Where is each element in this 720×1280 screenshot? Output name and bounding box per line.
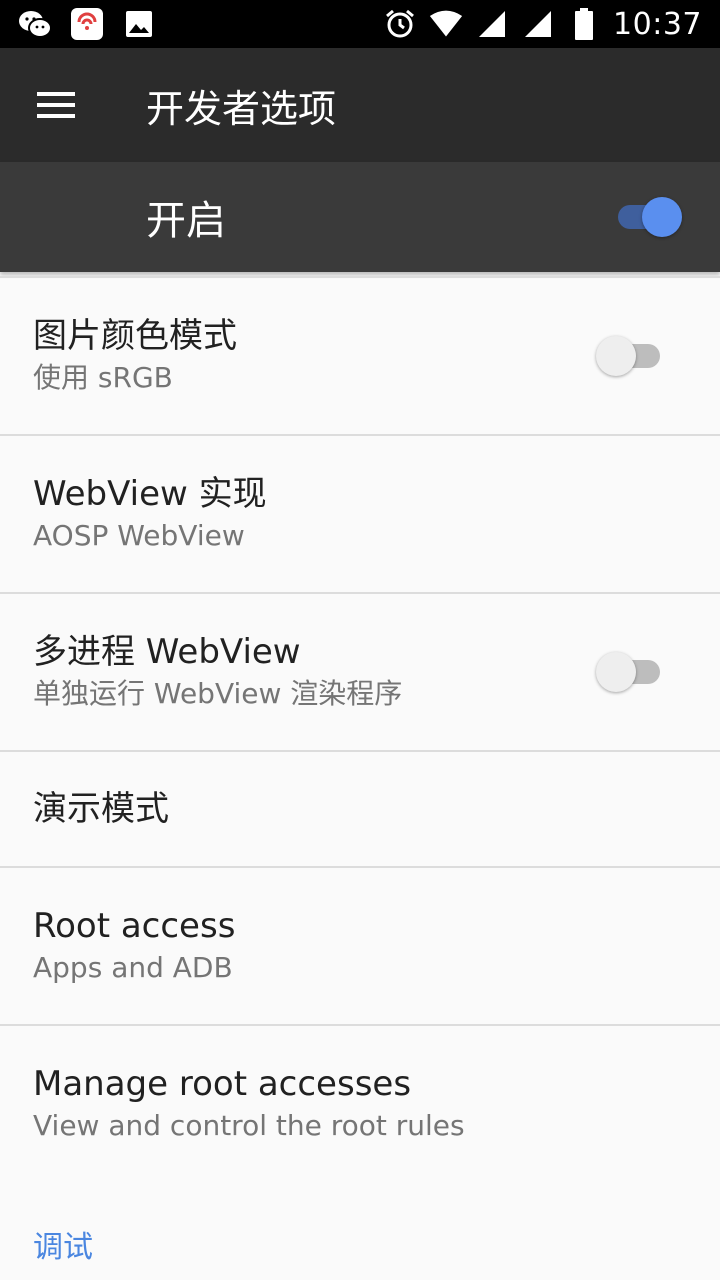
app-icon bbox=[70, 7, 104, 41]
preference-list: 图片颜色模式 使用 sRGB WebView 实现 AOSP WebView 多… bbox=[0, 276, 720, 1182]
image-icon bbox=[122, 7, 156, 41]
debugging-section-header: 调试 bbox=[33, 1230, 93, 1265]
wechat-icon bbox=[18, 7, 52, 41]
master-switch-bar[interactable]: 开启 bbox=[0, 162, 720, 272]
multiprocess-webview-switch[interactable] bbox=[596, 649, 666, 695]
switch-thumb bbox=[596, 652, 636, 692]
item-summary: Apps and ADB bbox=[33, 951, 233, 984]
navigation-menu-button[interactable] bbox=[0, 48, 112, 162]
item-summary: 单独运行 WebView 渲染程序 bbox=[33, 677, 403, 710]
item-title: WebView 实现 bbox=[33, 474, 267, 514]
master-switch-label: 开启 bbox=[146, 198, 226, 244]
manage-root-accesses-item[interactable]: Manage root accesses View and control th… bbox=[0, 1024, 720, 1182]
picture-color-mode-item[interactable]: 图片颜色模式 使用 sRGB bbox=[0, 276, 720, 434]
picture-color-mode-switch[interactable] bbox=[596, 333, 666, 379]
battery-icon bbox=[567, 7, 601, 41]
root-access-item[interactable]: Root access Apps and ADB bbox=[0, 866, 720, 1024]
signal-icon bbox=[475, 7, 509, 41]
multiprocess-webview-item[interactable]: 多进程 WebView 单独运行 WebView 渲染程序 bbox=[0, 592, 720, 750]
webview-implementation-item[interactable]: WebView 实现 AOSP WebView bbox=[0, 434, 720, 592]
item-title: Manage root accesses bbox=[33, 1064, 412, 1104]
demo-mode-item[interactable]: 演示模式 bbox=[0, 750, 720, 866]
item-title: 图片颜色模式 bbox=[33, 316, 237, 356]
signal-icon-2 bbox=[521, 7, 555, 41]
clock-time: 10:37 bbox=[613, 6, 702, 42]
hamburger-menu-icon bbox=[37, 92, 75, 118]
app-bar: 开发者选项 bbox=[0, 48, 720, 162]
page-title: 开发者选项 bbox=[146, 86, 337, 131]
alarm-icon bbox=[383, 7, 417, 41]
master-toggle-switch[interactable] bbox=[612, 194, 682, 240]
item-title: 演示模式 bbox=[33, 789, 169, 829]
item-summary: AOSP WebView bbox=[33, 519, 245, 552]
switch-thumb bbox=[596, 336, 636, 376]
item-title: Root access bbox=[33, 906, 236, 946]
wifi-icon bbox=[429, 7, 463, 41]
item-summary: 使用 sRGB bbox=[33, 361, 173, 394]
status-bar: 10:37 bbox=[0, 0, 720, 48]
switch-thumb bbox=[642, 197, 682, 237]
item-summary: View and control the root rules bbox=[33, 1109, 465, 1142]
item-title: 多进程 WebView bbox=[33, 632, 301, 672]
